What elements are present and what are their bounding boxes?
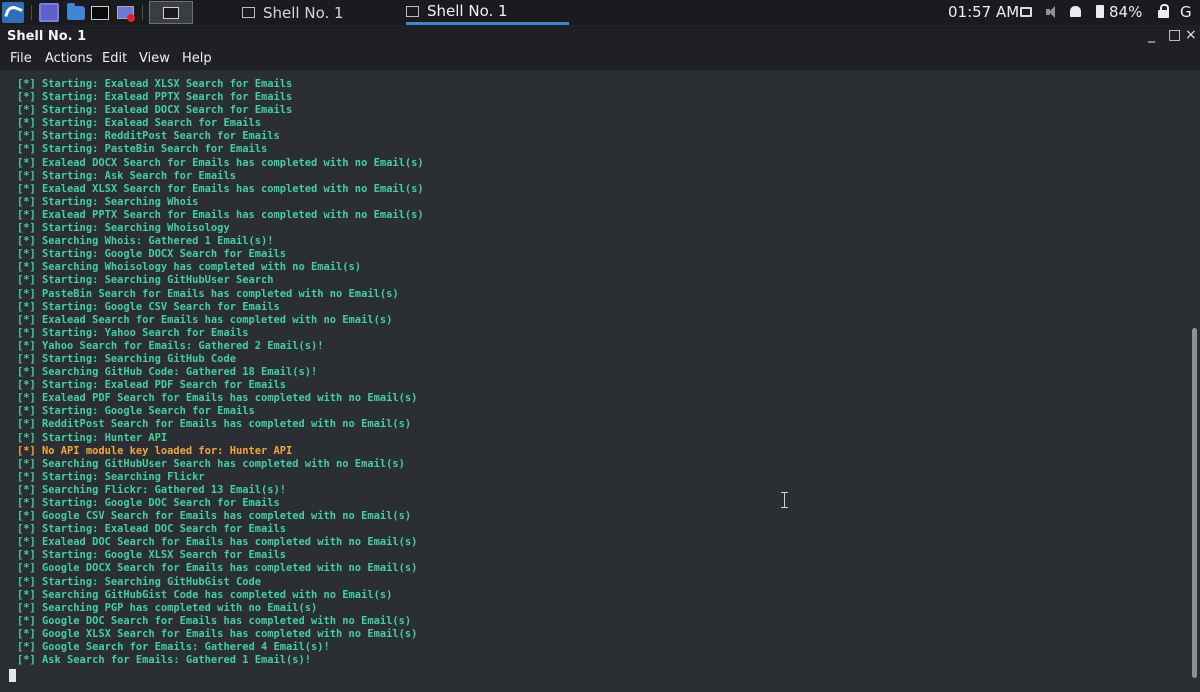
terminal-line: [*] Google DOCX Search for Emails has co…: [17, 562, 418, 575]
terminal-line: [*] Starting: RedditPost Search for Emai…: [17, 130, 280, 143]
terminal-line: [*] Google DOC Search for Emails has com…: [17, 614, 412, 627]
taskbar-task-shell-2[interactable]: Shell No. 1: [406, 0, 569, 25]
window-titlebar[interactable]: Shell No. 1 _ □ ×: [0, 25, 1200, 49]
maximize-button[interactable]: □: [1168, 27, 1181, 43]
file-manager-icon[interactable]: [66, 2, 86, 22]
power-icon[interactable]: G: [1180, 3, 1192, 21]
terminal-line: [*] Starting: Exalead PDF Search for Ema…: [17, 379, 286, 392]
menu-help[interactable]: Help: [182, 51, 212, 66]
terminal-line: [*] Searching PGP has completed with no …: [17, 601, 318, 614]
terminal-line: [*] Exalead DOC Search for Emails has co…: [17, 536, 418, 549]
terminal-line: [*] Exalead PDF Search for Emails has co…: [17, 392, 418, 405]
menu-actions[interactable]: Actions: [45, 51, 93, 66]
terminal-line: [*] Exalead DOCX Search for Emails has c…: [17, 156, 424, 169]
terminal-line: [*] Starting: Ask Search for Emails: [17, 169, 236, 182]
terminal-lines: [*] Starting: Exalead XLSX Search for Em…: [17, 78, 424, 667]
terminal-line: [*] Starting: Searching Whois: [17, 195, 199, 208]
terminal-line: [*] Starting: Searching GitHubGist Code: [17, 575, 261, 588]
terminal-line: [*] Starting: PasteBin Search for Emails: [17, 143, 268, 156]
scrollbar-thumb[interactable]: [1192, 328, 1197, 678]
screen-recorder-icon[interactable]: [115, 3, 135, 22]
close-button[interactable]: ×: [1185, 27, 1197, 43]
terminal-line: [*] Starting: Exalead XLSX Search for Em…: [17, 78, 293, 90]
minimize-button[interactable]: _: [1148, 27, 1155, 43]
terminal-line: [*] Starting: Google CSV Search for Emai…: [17, 300, 280, 313]
notification-bell-icon[interactable]: [1070, 6, 1081, 17]
menu-view[interactable]: View: [139, 51, 170, 66]
kali-menu-icon[interactable]: [2, 2, 24, 23]
battery-icon[interactable]: [1096, 5, 1104, 18]
terminal-line: [*] Starting: Searching GitHubUser Searc…: [17, 274, 274, 287]
terminal-launcher-icon[interactable]: [90, 3, 110, 22]
text-cursor-icon: [781, 492, 789, 508]
vertical-scrollbar[interactable]: [1188, 70, 1200, 692]
terminal-line: [*] Google CSV Search for Emails has com…: [17, 510, 412, 523]
terminal-line: [*] Exalead XLSX Search for Emails has c…: [17, 182, 424, 195]
terminal-line: [*] Yahoo Search for Emails: Gathered 2 …: [17, 339, 324, 352]
panel-separator: [31, 5, 32, 20]
terminal-line: [*] Starting: Searching GitHub Code: [17, 352, 236, 365]
terminal-line: [*] Starting: Google Search for Emails: [17, 405, 255, 418]
terminal-line: [*] Searching Whoisology has completed w…: [17, 261, 362, 274]
workspace-terminal-icon[interactable]: [149, 1, 193, 24]
task-label: Shell No. 1: [263, 3, 344, 22]
panel-separator: [142, 5, 143, 20]
terminal-line: [*] PasteBin Search for Emails has compl…: [17, 287, 399, 300]
menu-edit[interactable]: Edit: [102, 51, 127, 66]
terminal-line: [*] Exalead PPTX Search for Emails has c…: [17, 208, 424, 221]
taskbar-task-shell-1[interactable]: Shell No. 1: [242, 0, 404, 25]
volume-muted-icon[interactable]: [1046, 6, 1058, 18]
terminal-output[interactable]: [*] Starting: Exalead XLSX Search for Em…: [0, 70, 1200, 692]
terminal-task-icon: [242, 7, 255, 18]
battery-percentage: 84%: [1109, 3, 1143, 21]
terminal-line: [*] Starting: Exalead DOC Search for Ema…: [17, 523, 286, 536]
menu-file[interactable]: File: [10, 51, 32, 66]
terminal-line: [*] RedditPost Search for Emails has com…: [17, 418, 412, 431]
terminal-line: [*] Ask Search for Emails: Gathered 1 Em…: [17, 654, 312, 667]
terminal-line: [*] Google Search for Emails: Gathered 4…: [17, 641, 330, 654]
terminal-line: [*] Starting: Searching Whoisology: [17, 222, 230, 235]
lock-screen-icon[interactable]: [1158, 4, 1169, 18]
terminal-line: [*] Searching GitHub Code: Gathered 18 E…: [17, 366, 318, 379]
terminal-line: [*] Starting: Exalead PPTX Search for Em…: [17, 91, 293, 104]
terminal-line: [*] Starting: Google XLSX Search for Ema…: [17, 549, 286, 562]
terminal-line: [*] Google XLSX Search for Emails has co…: [17, 627, 418, 640]
terminal-line: [*] Searching Flickr: Gathered 13 Email(…: [17, 483, 286, 496]
terminal-line: [*] Starting: Exalead DOCX Search for Em…: [17, 104, 293, 117]
terminal-line: [*] Starting: Exalead Search for Emails: [17, 117, 261, 130]
menu-bar: File Actions Edit View Help: [0, 49, 1200, 70]
terminal-line: [*] Starting: Hunter API: [17, 431, 168, 444]
terminal-line: [*] No API module key loaded for: Hunter…: [17, 444, 293, 457]
terminal-line: [*] Searching GitHubGist Code has comple…: [17, 588, 393, 601]
terminal-task-icon: [406, 5, 419, 17]
display-icon[interactable]: [1020, 7, 1032, 17]
terminal-line: [*] Searching GitHubUser Search has comp…: [17, 457, 405, 470]
terminal-line: [*] Starting: Google DOCX Search for Ema…: [17, 248, 286, 261]
terminal-line: [*] Starting: Searching Flickr: [17, 470, 205, 483]
terminal-line: [*] Exalead Search for Emails has comple…: [17, 313, 393, 326]
task-label: Shell No. 1: [427, 2, 508, 20]
terminal-line: [*] Starting: Yahoo Search for Emails: [17, 326, 249, 339]
terminal-line: [*] Starting: Google DOC Search for Emai…: [17, 497, 280, 509]
window-title: Shell No. 1: [7, 29, 87, 44]
terminal-cursor: [9, 669, 16, 682]
terminal-line: [*] Searching Whois: Gathered 1 Email(s)…: [17, 235, 274, 248]
clock[interactable]: 01:57 AM: [948, 3, 1019, 21]
top-panel: Shell No. 1 Shell No. 1 01:57 AM 84% G: [0, 0, 1200, 25]
show-desktop-icon[interactable]: [39, 3, 59, 22]
